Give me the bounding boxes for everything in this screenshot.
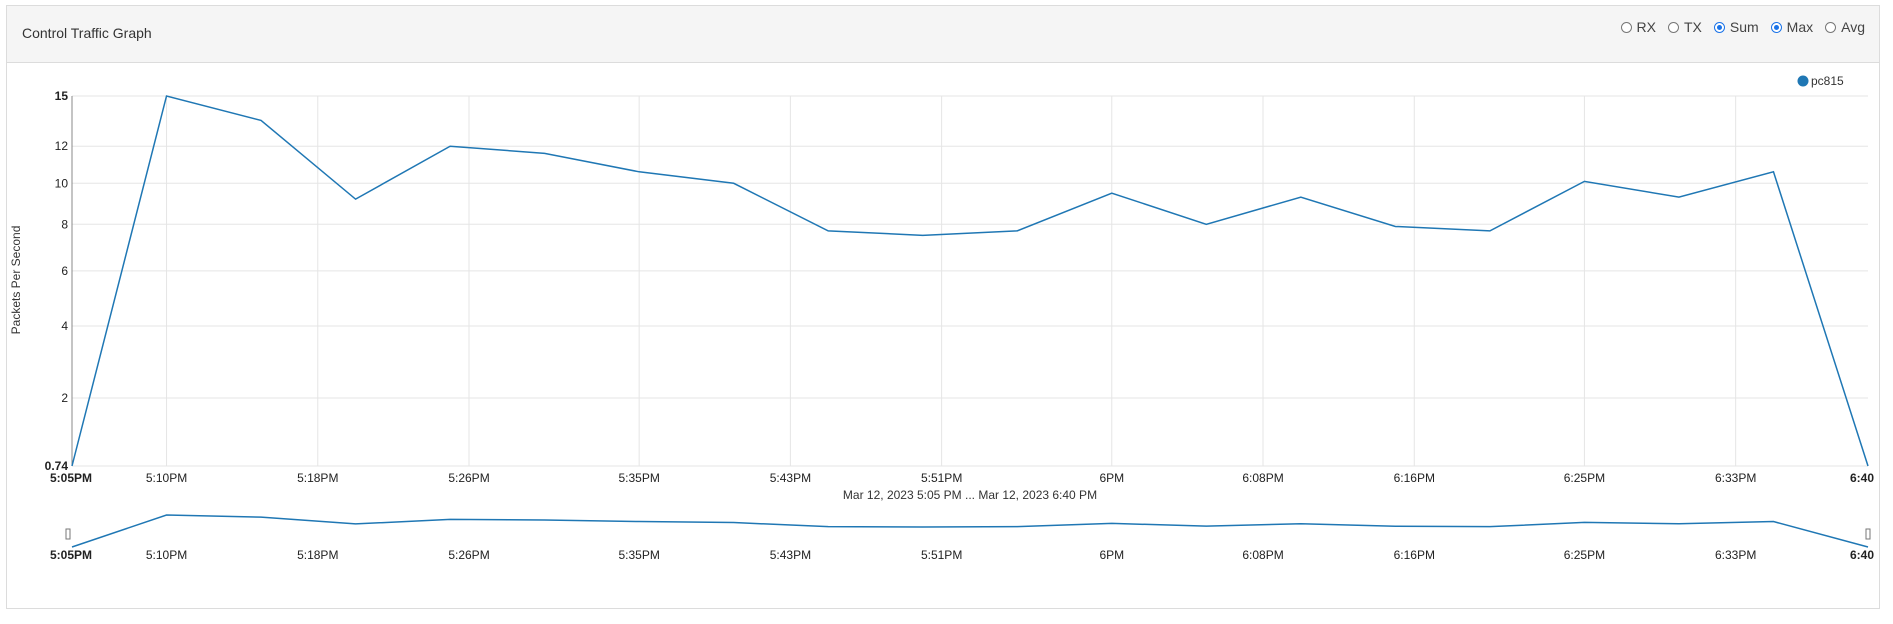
option-sum[interactable]: Sum [1713,19,1759,35]
panel-title: Control Traffic Graph [22,25,152,41]
sum-radio[interactable] [1713,21,1725,33]
panel-footer [6,570,1880,609]
option-tx[interactable]: TX [1667,19,1702,35]
rx-label: RX [1636,19,1656,35]
option-rx[interactable]: RX [1620,19,1656,35]
option-avg[interactable]: Avg [1825,19,1865,35]
avg-label: Avg [1841,19,1865,35]
metric-options: RX TX Sum Max Avg [1609,19,1865,35]
sum-label: Sum [1729,19,1759,35]
rx-radio[interactable] [1620,21,1632,33]
panel-header: Control Traffic Graph RX TX Sum Max Avg [7,6,1879,63]
tx-label: TX [1683,19,1702,35]
traffic-panel: Control Traffic Graph RX TX Sum Max Avg [6,5,1880,572]
max-radio[interactable] [1770,21,1782,33]
avg-radio[interactable] [1825,21,1837,33]
tx-radio[interactable] [1667,21,1679,33]
option-max[interactable]: Max [1770,19,1814,35]
max-label: Max [1786,19,1814,35]
